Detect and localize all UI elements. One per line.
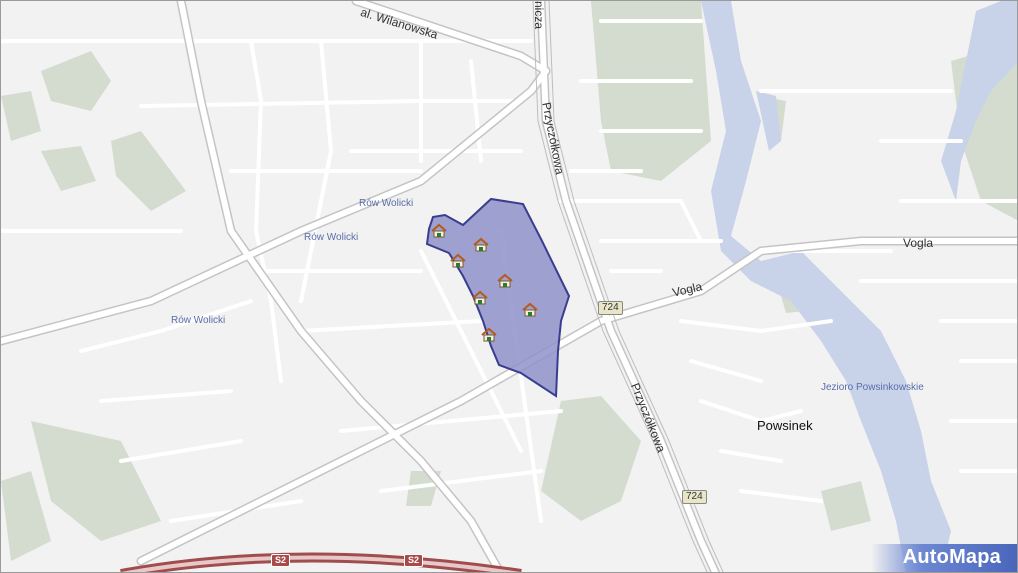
road-shield-724: 724 (598, 301, 623, 315)
road-west (178, 1, 504, 572)
river (701, 1, 951, 572)
house-icon[interactable] (521, 302, 539, 318)
green-area (31, 421, 161, 541)
automapa-logo: AutoMapa (871, 544, 1017, 572)
house-icon[interactable] (496, 273, 514, 289)
house-icon[interactable] (480, 327, 498, 343)
green-area (541, 396, 641, 521)
green-area (41, 51, 111, 111)
green-area (591, 1, 711, 181)
green-area (41, 146, 96, 191)
road-row-wolicki (1, 68, 549, 344)
green-area (1, 91, 41, 141)
house-icon[interactable] (430, 223, 448, 239)
house-icon[interactable] (471, 290, 489, 306)
road-shield-s2: S2 (271, 554, 291, 567)
road-shield-s2: S2 (404, 554, 424, 567)
map-canvas[interactable]: al. Wilanowska nicza Przyczółkowa Przycz… (0, 0, 1018, 573)
house-icon[interactable] (472, 237, 490, 253)
expressway-s2 (120, 552, 522, 572)
green-area (821, 481, 871, 531)
highlighted-district[interactable] (425, 197, 571, 398)
logo-text: AutoMapa (902, 546, 1001, 568)
green-area (111, 131, 186, 211)
house-icon[interactable] (449, 253, 467, 269)
green-area (1, 471, 51, 561)
road-shield-724: 724 (682, 490, 707, 504)
